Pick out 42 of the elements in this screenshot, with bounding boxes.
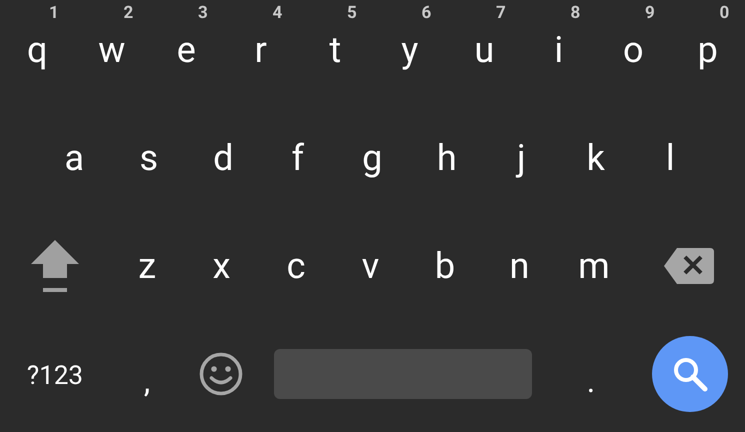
key[interactable]: k [558, 108, 633, 208]
key[interactable]: v [333, 216, 408, 316]
key[interactable]: r 4 [224, 0, 298, 100]
search-icon [672, 356, 708, 392]
key[interactable]: p 0 [670, 0, 745, 100]
key-hint: 0 [720, 5, 730, 22]
key[interactable]: t 5 [298, 0, 372, 100]
key[interactable]: g [335, 108, 410, 208]
key[interactable]: h [410, 108, 484, 208]
key[interactable]: a [37, 108, 112, 208]
key[interactable]: x [184, 216, 259, 316]
key[interactable]: e 3 [149, 0, 224, 100]
key[interactable]: , [110, 324, 184, 424]
key[interactable]: c [258, 216, 334, 316]
key-hint: 8 [570, 5, 580, 22]
key[interactable]: o 9 [596, 0, 670, 100]
key-hint: 6 [422, 5, 432, 22]
key[interactable]: s [112, 108, 186, 208]
key[interactable]: u 7 [447, 0, 522, 100]
key[interactable]: n [482, 216, 557, 316]
smiley-icon [199, 352, 243, 396]
key[interactable]: z [110, 216, 184, 316]
key[interactable]: q 1 [0, 0, 74, 100]
backspace-icon [662, 247, 715, 285]
key-hint: 3 [198, 5, 208, 22]
key[interactable]: m [556, 216, 632, 316]
key[interactable]: . [548, 324, 634, 424]
key-hint: 1 [49, 5, 59, 22]
key[interactable]: ?123 [0, 324, 110, 424]
key[interactable]: i 8 [522, 0, 596, 100]
key[interactable]: j [484, 108, 558, 208]
key[interactable]: b [408, 216, 482, 316]
key[interactable]: w 2 [74, 0, 149, 100]
key[interactable]: y 6 [372, 0, 447, 100]
key-hint: 4 [272, 5, 282, 22]
key[interactable]: f [260, 108, 335, 208]
key-hint: 2 [124, 5, 134, 22]
key[interactable]: l [633, 108, 708, 208]
key-hint: 7 [496, 5, 506, 22]
key-hint: 5 [347, 5, 357, 22]
key[interactable]: d [186, 108, 260, 208]
key-hint: 9 [645, 5, 655, 22]
